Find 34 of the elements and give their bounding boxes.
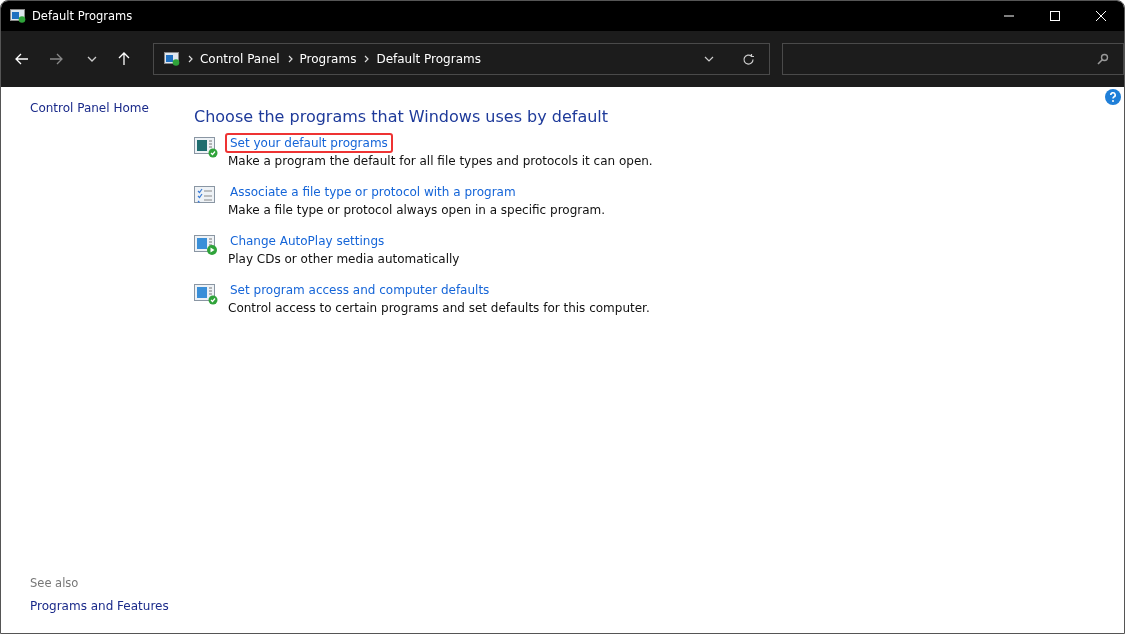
address-bar[interactable]: Control Panel Programs Default Programs <box>152 43 771 75</box>
task-link[interactable]: Associate a file type or protocol with a program <box>225 182 521 202</box>
breadcrumb[interactable]: Default Programs <box>376 52 481 66</box>
program-window-icon <box>194 136 218 158</box>
refresh-icon[interactable] <box>742 52 756 66</box>
task-link[interactable]: Set your default programs <box>225 133 393 153</box>
see-also-link[interactable]: Programs and Features <box>30 599 194 613</box>
control-panel-icon <box>10 9 26 23</box>
chevron-right-icon <box>187 55 193 63</box>
task-link[interactable]: Set program access and computer defaults <box>225 280 495 300</box>
task-link[interactable]: Change AutoPlay settings <box>225 231 390 251</box>
help-icon[interactable] <box>1105 89 1121 105</box>
control-panel-home-link[interactable]: Control Panel Home <box>30 101 194 115</box>
breadcrumb[interactable]: Control Panel <box>199 52 280 66</box>
task-description: Make a file type or protocol always open in a specific program. <box>228 203 606 217</box>
page-heading: Choose the programs that Windows uses by default <box>194 107 610 126</box>
back-arrow-icon[interactable] <box>15 52 29 66</box>
window-title: Default Programs <box>32 9 133 23</box>
see-also-label: See also <box>30 576 80 590</box>
search-icon <box>1097 53 1109 65</box>
program-window-icon <box>194 234 218 256</box>
chevron-right-icon <box>364 55 370 63</box>
chevron-right-icon <box>287 55 293 63</box>
forward-arrow-icon[interactable] <box>49 52 63 66</box>
task-description: Play CDs or other media automatically <box>228 252 460 266</box>
up-arrow-icon[interactable] <box>116 52 131 66</box>
search-field[interactable] <box>782 43 1124 75</box>
chevron-down-icon[interactable] <box>86 56 97 62</box>
chevron-down-icon[interactable] <box>704 56 715 62</box>
task-description: Make a program the default for all file types and protocols it can open. <box>228 154 653 168</box>
program-window-icon <box>194 283 218 305</box>
breadcrumb[interactable]: Programs <box>299 52 357 66</box>
control-panel-icon <box>163 52 180 66</box>
task-description: Control access to certain programs and set defaults for this computer. <box>228 301 650 315</box>
